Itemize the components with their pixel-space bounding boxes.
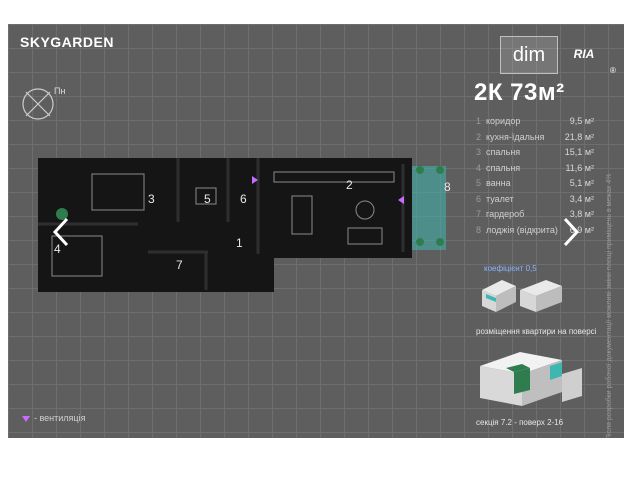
brand-title: SKYGARDEN (20, 34, 114, 50)
room-name: туалет (486, 193, 514, 204)
room-number: 2 (476, 131, 482, 142)
room-area: 9,5 м² (569, 116, 594, 126)
plan-room-label: 5 (204, 192, 211, 206)
room-row: 6 туалет 3,4 м² (476, 194, 594, 210)
room-row: 4 спальня 11,6 м² (476, 163, 594, 179)
plan-room-label: 7 (176, 258, 183, 272)
room-number: 8 (476, 224, 482, 235)
chevron-right-icon (563, 217, 580, 247)
room-area: 15,1 м² (564, 147, 594, 157)
plan-room-label: 8 (444, 180, 451, 194)
plan-room-label: 3 (148, 192, 155, 206)
room-number: 3 (476, 147, 482, 157)
disclaimer-note: Після розробки робочої документації можл… (606, 173, 613, 438)
room-row: 3 спальня 15,1 м² (476, 147, 594, 163)
apartment-title: 2К 73м² (474, 79, 565, 106)
plan-room-label: 6 (240, 192, 247, 206)
room-area: 3,4 м² (569, 193, 594, 204)
compass-north-label: Пн (54, 86, 65, 96)
top-strip (0, 0, 640, 24)
room-area: 11,6 м² (565, 162, 594, 173)
compass-icon: Пн (22, 86, 65, 120)
room-name: ванна (486, 178, 511, 188)
placement-caption: розміщення квартири на поверсі (476, 327, 597, 336)
room-name: гардероб (486, 209, 525, 219)
room-name: коридор (486, 116, 521, 126)
gallery-prev-button[interactable] (48, 210, 74, 254)
listing-gallery: SKYGARDEN Пн dim RIA ® 2К 73м² 1 коридор 9… (0, 0, 640, 480)
vent-legend-icon (22, 415, 30, 422)
building-section-diagram (480, 352, 582, 406)
floor-placement-diagram (482, 280, 562, 312)
room-name: кухня-їдальня (486, 131, 545, 142)
gallery-next-button[interactable] (558, 210, 584, 254)
room-number: 7 (476, 209, 482, 219)
room-name: спальня (486, 147, 521, 157)
room-row: 5 ванна 5,1 м² (476, 178, 594, 194)
watermark-dim: dim (500, 36, 558, 74)
chevron-left-icon (52, 217, 69, 247)
room-number: 1 (476, 116, 482, 126)
room-area: 5,1 м² (569, 178, 594, 188)
room-name: лоджія (відкрита) (486, 224, 558, 235)
watermark-logo: dim RIA ® (500, 36, 618, 76)
room-number: 6 (476, 193, 482, 204)
room-number: 5 (476, 178, 482, 188)
vent-legend: - вентиляція (22, 413, 85, 423)
room-row: 1 коридор 9,5 м² (476, 116, 594, 132)
room-name: спальня (486, 162, 521, 173)
floor-plan-card: SKYGARDEN Пн dim RIA ® 2К 73м² 1 коридор 9… (8, 24, 624, 438)
watermark-ria: RIA (573, 47, 595, 61)
plan-room-label: 2 (346, 178, 353, 192)
room-area: 21,8 м² (564, 131, 594, 142)
room-row: 2 кухня-їдальня 21,8 м² (476, 132, 594, 148)
plan-room-label: 1 (236, 236, 243, 250)
vent-legend-text: - вентиляція (34, 413, 86, 423)
watermark-registered: ® (610, 66, 616, 75)
room-number: 4 (476, 162, 482, 173)
section-caption: секція 7.2 - поверх 2-16 (476, 418, 564, 427)
